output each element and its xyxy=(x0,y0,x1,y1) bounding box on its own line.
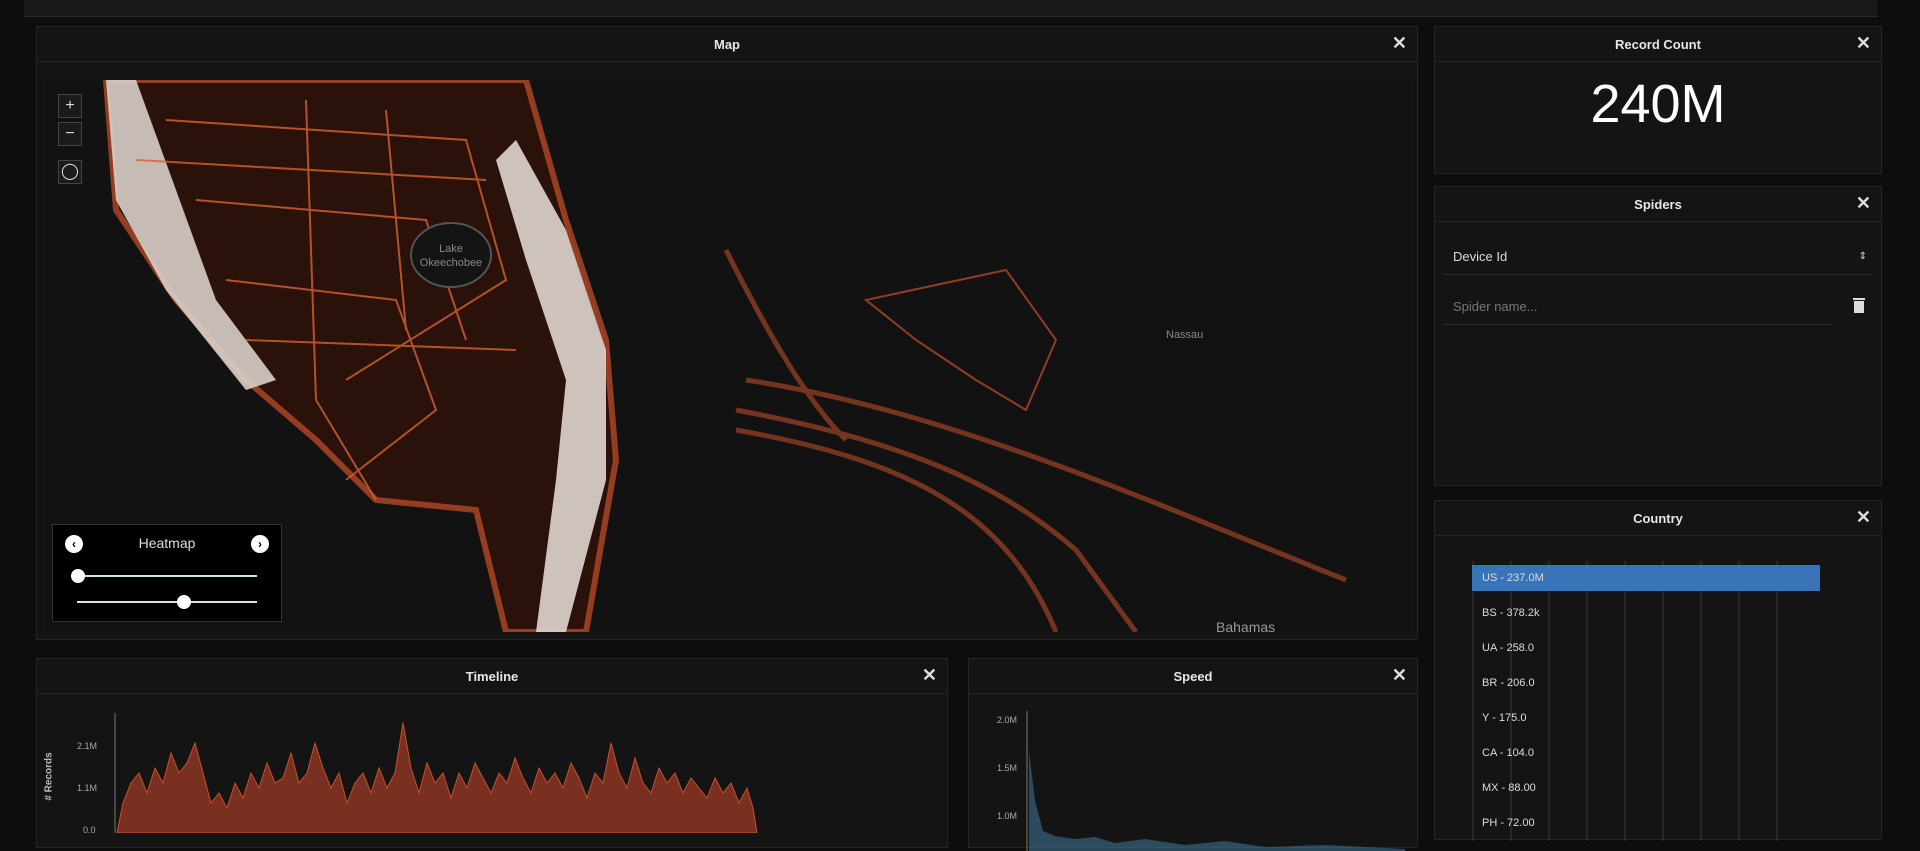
heatmap-control: ‹ Heatmap › xyxy=(52,524,282,622)
app-top-bar xyxy=(24,0,1878,17)
timeline-ytick-2: 0.0 xyxy=(83,825,96,835)
country-bar-label: CA - 104.0 xyxy=(1482,747,1534,759)
country-bar-label: BS - 378.2k xyxy=(1482,607,1540,619)
spiders-panel: Spiders ✕ Device Id ⇕ Spider name... xyxy=(1434,186,1882,486)
heatmap-intensity-handle[interactable] xyxy=(177,595,191,609)
speed-ytick-1: 1.5M xyxy=(997,763,1018,773)
map-label-nassau: Nassau xyxy=(1166,329,1203,341)
country-bar[interactable]: US - 237.0M xyxy=(1472,565,1820,591)
record-count-value: 240M xyxy=(1590,74,1726,134)
select-arrows-icon: ⇕ xyxy=(1858,251,1867,262)
svg-text:Okeechobee: Okeechobee xyxy=(420,257,482,269)
country-bar[interactable]: Y - 175.0 xyxy=(1472,705,1526,731)
speed-panel: Speed ✕ 2.0M 1.5M 1.0M xyxy=(968,658,1418,851)
map-panel-title: Map xyxy=(714,37,740,52)
zoom-out-button[interactable]: − xyxy=(58,122,82,146)
country-close-icon[interactable]: ✕ xyxy=(1856,507,1871,528)
country-bar[interactable]: PH - 72.00 xyxy=(1472,810,1535,836)
speed-title: Speed xyxy=(1173,669,1213,684)
country-bar-label: Y - 175.0 xyxy=(1482,712,1527,724)
trash-icon[interactable] xyxy=(1853,297,1865,313)
speed-close-icon[interactable]: ✕ xyxy=(1392,665,1407,686)
spiders-close-icon[interactable]: ✕ xyxy=(1856,193,1871,214)
country-bar[interactable]: UA - 258.0 xyxy=(1472,635,1534,661)
lasso-select-icon[interactable]: ◯ xyxy=(58,160,82,184)
speed-area-chart xyxy=(1026,711,1405,851)
heatmap-intensity-slider[interactable] xyxy=(77,601,257,603)
country-bar-label: MX - 88.00 xyxy=(1482,782,1536,794)
country-bar[interactable]: BR - 206.0 xyxy=(1472,670,1535,696)
country-bar-label: US - 237.0M xyxy=(1482,572,1544,584)
country-bar[interactable]: CA - 104.0 xyxy=(1472,740,1534,766)
spider-type-value: Device Id xyxy=(1453,249,1508,264)
timeline-title: Timeline xyxy=(465,669,519,684)
country-bar-label: UA - 258.0 xyxy=(1482,642,1534,654)
timeline-ylabel: # Records xyxy=(43,752,55,801)
speed-ytick-0: 2.0M xyxy=(997,715,1018,725)
spiders-header: Spiders ✕ xyxy=(1435,187,1881,222)
spider-name-placeholder: Spider name... xyxy=(1453,299,1538,314)
country-header: Country ✕ xyxy=(1435,501,1881,536)
timeline-area-chart xyxy=(114,713,758,833)
country-bar-label: PH - 72.00 xyxy=(1482,817,1535,829)
spiders-title: Spiders xyxy=(1634,197,1682,212)
speed-header: Speed ✕ xyxy=(969,659,1417,694)
map-panel-header: Map ✕ xyxy=(37,27,1417,62)
speed-ytick-2: 1.0M xyxy=(997,811,1018,821)
heatmap-next-button[interactable]: › xyxy=(251,535,269,553)
heatmap-radius-handle[interactable] xyxy=(71,569,85,583)
country-bar-label: BR - 206.0 xyxy=(1482,677,1535,689)
spider-type-select[interactable]: Device Id ⇕ xyxy=(1443,239,1873,275)
country-title: Country xyxy=(1633,511,1683,526)
map-close-icon[interactable]: ✕ xyxy=(1392,33,1407,54)
country-bar[interactable]: MX - 88.00 xyxy=(1472,775,1536,801)
timeline-header: Timeline ✕ xyxy=(37,659,947,694)
timeline-ytick-0: 2.1M xyxy=(77,741,98,751)
timeline-close-icon[interactable]: ✕ xyxy=(922,665,937,686)
record-count-title: Record Count xyxy=(1615,37,1701,52)
record-count-close-icon[interactable]: ✕ xyxy=(1856,33,1871,54)
zoom-in-button[interactable]: + xyxy=(58,94,82,118)
timeline-panel: Timeline ✕ # Records 2.1M 1.1M 0.0 xyxy=(36,658,948,848)
heatmap-label: Heatmap xyxy=(138,535,196,551)
svg-text:Bahamas: Bahamas xyxy=(1216,619,1275,632)
svg-text:Lake: Lake xyxy=(439,243,463,255)
spider-name-input[interactable]: Spider name... xyxy=(1443,289,1833,325)
heatmap-radius-slider[interactable] xyxy=(77,575,257,577)
record-count-panel: Record Count ✕ 240M xyxy=(1434,26,1882,174)
record-count-header: Record Count ✕ xyxy=(1435,27,1881,62)
timeline-ytick-1: 1.1M xyxy=(77,783,98,793)
country-bar[interactable]: BS - 378.2k xyxy=(1472,600,1539,626)
